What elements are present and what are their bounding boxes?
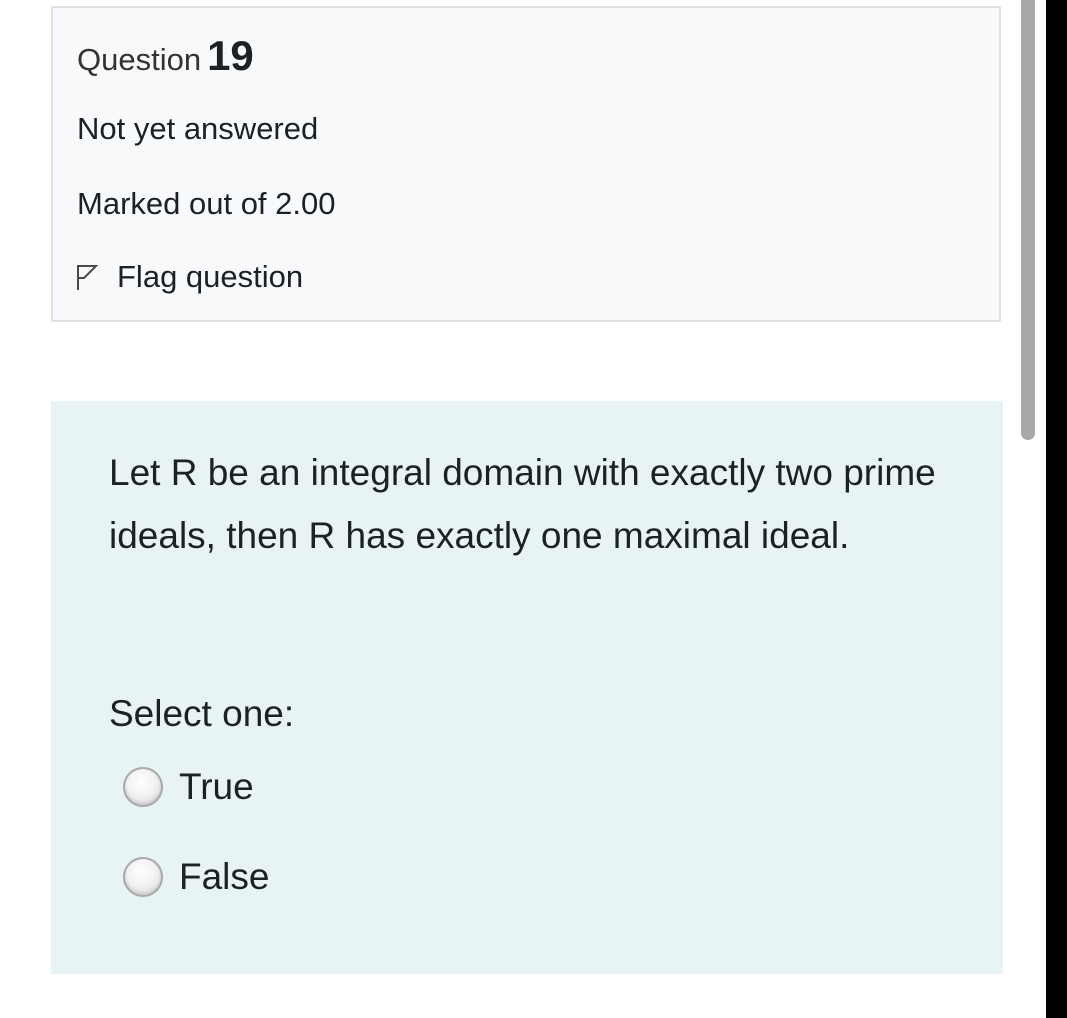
- answer-option-false[interactable]: False: [123, 856, 269, 898]
- question-info-box: Question 19 Not yet answered Marked out o…: [51, 6, 1001, 322]
- question-label: Question: [77, 42, 202, 77]
- answer-option-false-label[interactable]: False: [179, 856, 269, 898]
- radio-false[interactable]: [123, 857, 163, 897]
- answer-option-true[interactable]: True: [123, 766, 254, 808]
- scrollbar-thumb[interactable]: [1021, 0, 1035, 440]
- question-text: Let R be an integral domain with exactly…: [109, 452, 936, 556]
- question-grade: Marked out of 2.00: [77, 186, 336, 221]
- answer-prompt: Select one:: [109, 693, 295, 734]
- question-number: 19: [207, 32, 254, 79]
- question-content-box: Let R be an integral domain with exactly…: [51, 401, 1003, 974]
- flag-icon: [75, 263, 99, 291]
- flag-question-link[interactable]: Flag question: [75, 259, 303, 295]
- screen-edge: [1046, 0, 1067, 1018]
- question-heading: Question 19: [77, 32, 254, 80]
- radio-true[interactable]: [123, 767, 163, 807]
- flag-question-label: Flag question: [117, 259, 304, 294]
- answer-option-true-label[interactable]: True: [179, 766, 254, 808]
- question-state: Not yet answered: [77, 111, 319, 146]
